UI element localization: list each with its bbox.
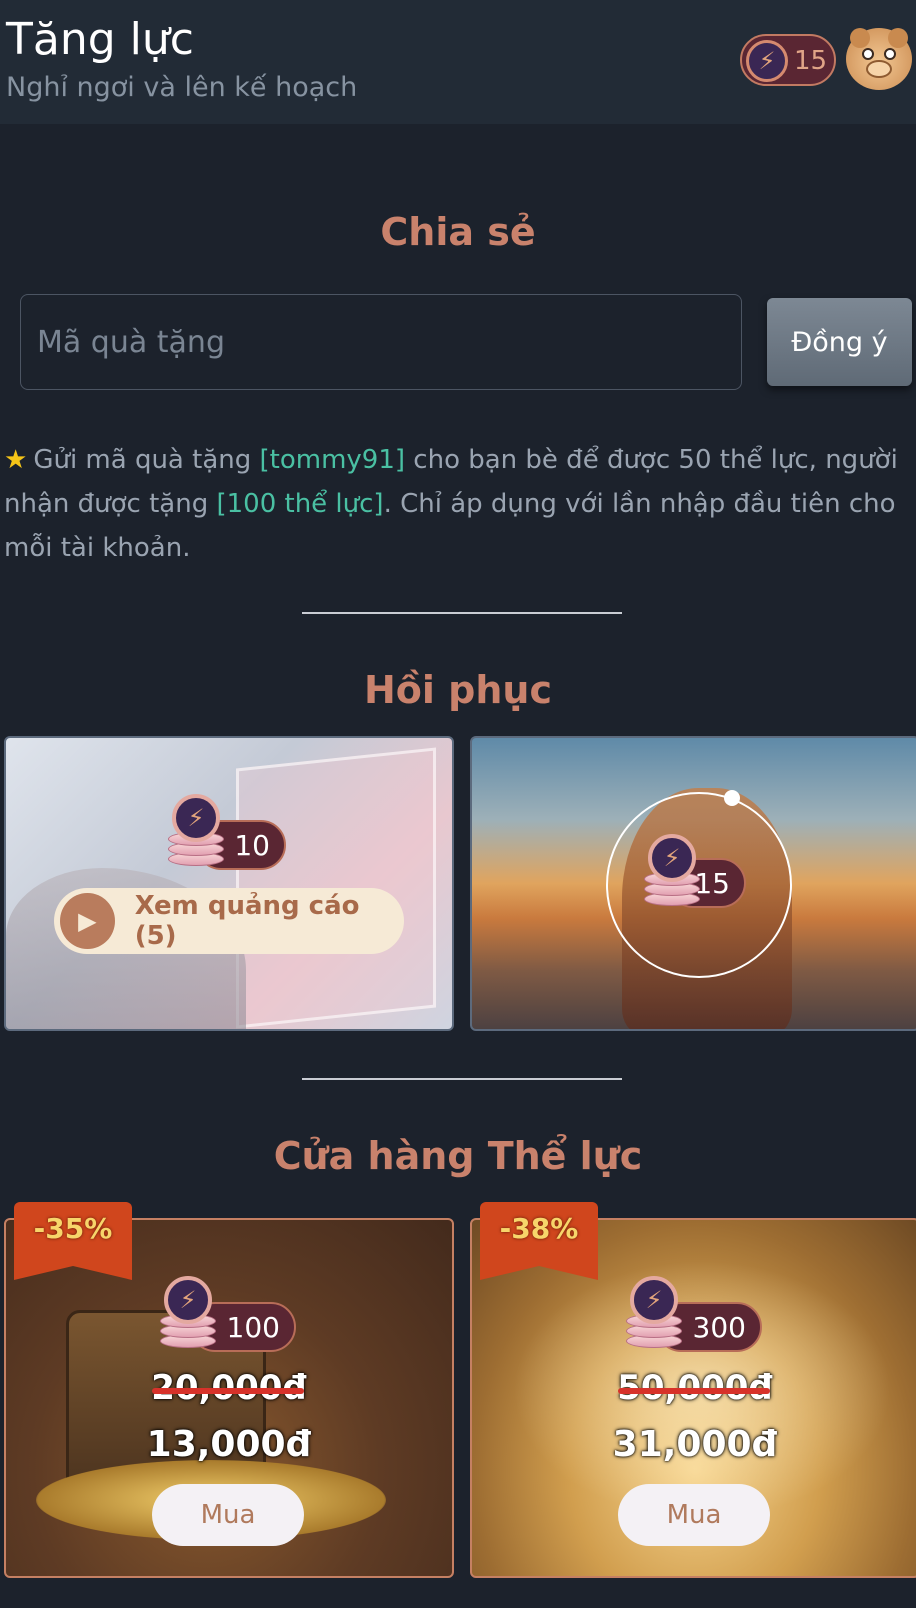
new-price: 13,000đ — [146, 1424, 312, 1465]
avatar-eye-icon — [862, 48, 874, 60]
shop-title: Cửa hàng Thể lực — [273, 1134, 643, 1178]
discount-badge: -35% — [14, 1202, 132, 1280]
play-icon: ▶ — [60, 893, 115, 949]
reward-amount: [100 thể lực] — [216, 489, 384, 519]
share-info: ★ Gửi mã quà tặng [tommy91] cho bạn bè để… — [4, 438, 910, 570]
lightning-bolt-icon: ⚡ — [746, 40, 788, 82]
page-title: Tăng lực — [6, 14, 194, 65]
avatar[interactable] — [846, 28, 912, 90]
discount-label: -35% — [33, 1212, 113, 1245]
avatar-ear-icon — [850, 28, 870, 48]
share-title: Chia sẻ — [380, 210, 536, 254]
discount-label: -38% — [499, 1212, 579, 1245]
energy-counter[interactable]: ⚡ 15 — [740, 34, 836, 86]
avatar-eye-icon — [884, 48, 896, 60]
buy-button[interactable]: Mua — [618, 1484, 770, 1546]
shop-amount: 300 — [692, 1310, 746, 1344]
page-subtitle: Nghỉ ngơi và lên kế hoạch — [6, 72, 358, 103]
referral-code: [tommy91] — [259, 445, 406, 475]
app-header: Tăng lực Nghỉ ngơi và lên kế hoạch ⚡ 15 — [0, 0, 916, 124]
rest-recover-card[interactable]: 15 ⚡ — [470, 736, 916, 1031]
energy-coin-icon: ⚡ — [626, 1276, 682, 1350]
energy-coin-icon: ⚡ — [644, 834, 700, 908]
watch-ad-label: Xem quảng cáo (5) — [134, 891, 360, 951]
energy-coin-icon: ⚡ — [160, 1276, 216, 1350]
buy-button[interactable]: Mua — [152, 1484, 304, 1546]
gift-code-input[interactable] — [20, 294, 742, 390]
watch-ad-button[interactable]: ▶ Xem quảng cáo (5) — [54, 888, 404, 954]
info-prefix: Gửi mã quà tặng — [33, 445, 260, 475]
watch-ad-card[interactable]: 10 ⚡ ▶ Xem quảng cáo (5) — [4, 736, 454, 1031]
section-divider — [302, 612, 622, 614]
discount-badge: -38% — [480, 1202, 598, 1280]
energy-count: 15 — [794, 46, 828, 76]
timer-progress-dot — [724, 790, 740, 806]
energy-coin-icon: ⚡ — [168, 794, 224, 868]
star-icon: ★ — [4, 445, 28, 475]
avatar-ear-icon — [888, 28, 908, 48]
ad-reward-amount: 10 — [234, 828, 270, 862]
recover-title: Hồi phục — [364, 668, 552, 712]
price-strikethrough — [152, 1388, 304, 1394]
agree-button[interactable]: Đồng ý — [767, 298, 912, 386]
shop-amount: 100 — [226, 1310, 280, 1344]
avatar-snout-icon — [866, 60, 892, 78]
section-divider — [302, 1078, 622, 1080]
price-strikethrough — [618, 1388, 770, 1394]
new-price: 31,000đ — [612, 1424, 778, 1465]
